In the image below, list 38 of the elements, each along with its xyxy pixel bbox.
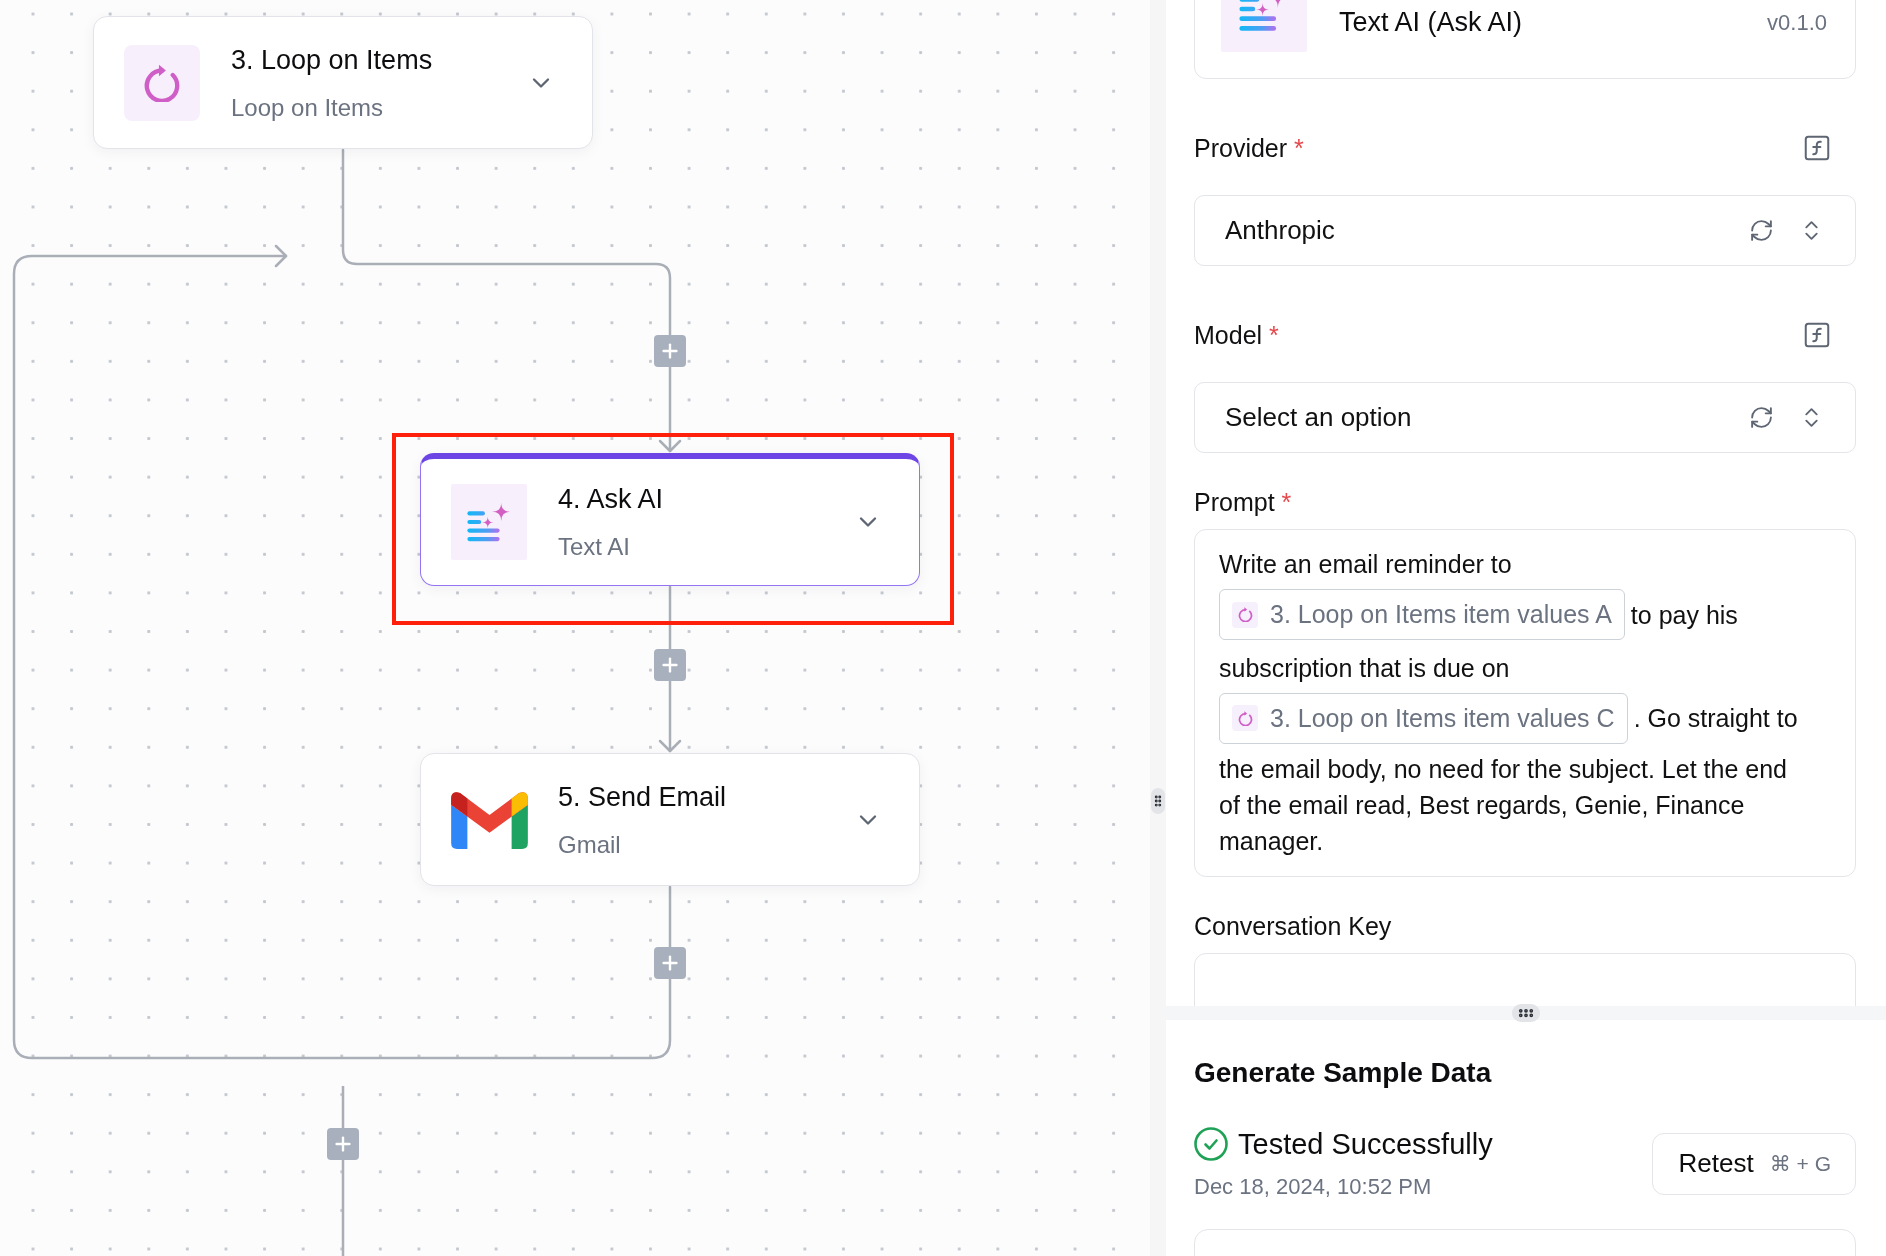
node-subtitle: Gmail	[558, 830, 622, 859]
step-card[interactable]: Text AI (Ask AI) v0.1.0	[1194, 0, 1856, 79]
section-title: Generate Sample Data	[1194, 1058, 1493, 1088]
retest-button[interactable]: Retest ⌘ + G	[1651, 1132, 1856, 1195]
field-label: Model *	[1194, 320, 1279, 350]
step-node[interactable]: 3. Loop on Items Loop on Items	[93, 16, 593, 149]
variable-chip[interactable]: 3. Loop on Items item values C	[1219, 692, 1628, 744]
node-title: 3. Loop on Items	[231, 43, 433, 76]
function-icon[interactable]	[1802, 320, 1832, 350]
dropdown-field[interactable]: Select an option	[1194, 382, 1856, 453]
prompt-field[interactable]	[1194, 529, 1856, 877]
node-subtitle: Text AI	[558, 533, 632, 561]
step-title: Text AI (Ask AI)	[1339, 6, 1523, 38]
prompt-text: the email body, no need for the subject. Let the end of the email read, Best regards, Genie, Finance manager.	[1219, 753, 1788, 857]
refresh-icon[interactable]	[1749, 405, 1774, 430]
field-label: Conversation Key	[1194, 910, 1392, 941]
step-node[interactable]: 4. Ask AI Text AI	[420, 453, 920, 586]
prompt-text: . Go straight to	[1633, 703, 1798, 735]
version-label: v0.1.0	[1767, 9, 1827, 37]
prompt-text: Write an email reminder to	[1219, 549, 1512, 581]
node-subtitle: Loop on Items	[231, 93, 385, 122]
shortcut-hint: ⌘ + G	[1769, 1151, 1831, 1176]
status-text: Tested Successfully	[1238, 1127, 1493, 1162]
prompt-text: to pay his	[1630, 599, 1738, 631]
dropdown-field[interactable]: Anthropic	[1194, 195, 1856, 266]
sparkle-lines-icon	[451, 484, 527, 560]
step-node[interactable]: 5. Send Email Gmail	[420, 753, 920, 886]
node-title: 4. Ask AI	[558, 483, 664, 515]
function-icon[interactable]	[1802, 133, 1832, 163]
field-label: Provider *	[1194, 133, 1304, 163]
prompt-text: subscription that is due on	[1219, 652, 1510, 684]
node-title: 5. Send Email	[558, 780, 727, 813]
resize-handle[interactable]	[1151, 788, 1165, 814]
field-label: Prompt *	[1194, 487, 1292, 517]
timestamp-text: Dec 18, 2024, 10:52 PM	[1194, 1173, 1433, 1201]
text-input[interactable]	[1194, 952, 1856, 1006]
refresh-icon[interactable]	[1749, 218, 1774, 243]
variable-chip[interactable]: 3. Loop on Items item values A	[1219, 589, 1625, 641]
